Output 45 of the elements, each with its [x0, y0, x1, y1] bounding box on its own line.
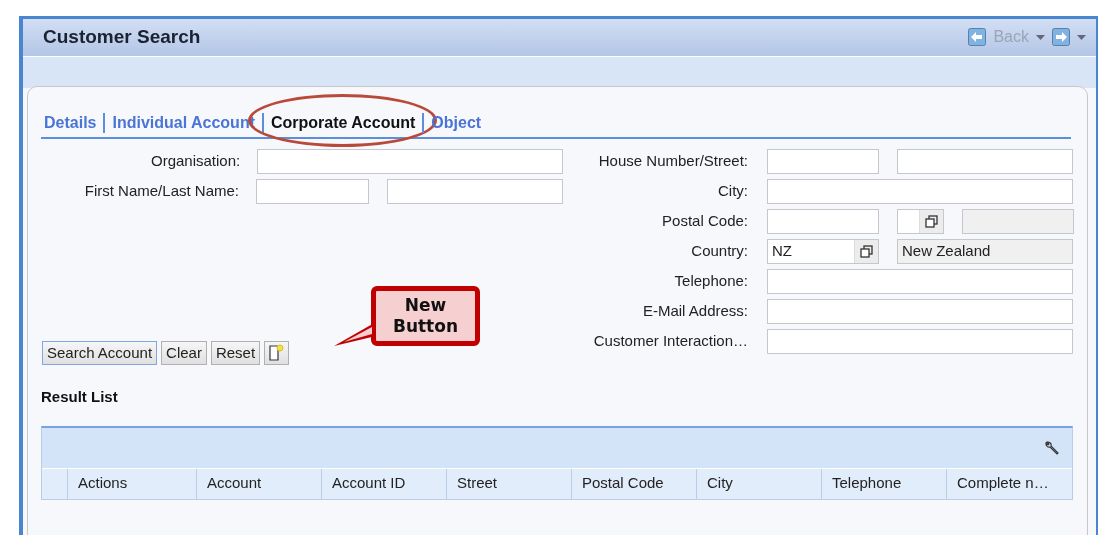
column-header[interactable]: Postal Code — [572, 468, 697, 499]
column-header[interactable]: Telephone — [822, 468, 947, 499]
tab[interactable]: Corporate Account — [271, 113, 416, 133]
input-field[interactable] — [767, 329, 1073, 354]
field-label: Telephone: — [673, 271, 748, 292]
action-button[interactable]: Search Account — [42, 341, 158, 365]
input-field[interactable] — [767, 299, 1073, 324]
squares-icon — [925, 215, 938, 228]
field-label: House Number/Street: — [597, 151, 748, 172]
lookup-field[interactable]: NZ — [767, 239, 879, 264]
column-header[interactable]: Street — [447, 468, 572, 499]
callout-text: New Button — [391, 295, 460, 337]
tab[interactable]: Details — [44, 113, 97, 133]
window-title: Customer Search — [43, 25, 201, 50]
caret-icon[interactable] — [1036, 34, 1045, 40]
lookup-field[interactable] — [897, 209, 944, 234]
section-title: Result List — [41, 387, 119, 407]
field-label: Country: — [690, 241, 748, 262]
column-header[interactable]: Complete n… — [947, 468, 1072, 499]
action-button[interactable]: Clear — [161, 341, 207, 365]
input-field[interactable] — [387, 179, 563, 204]
field-label: Postal Code: — [661, 211, 748, 232]
input-field[interactable] — [256, 179, 369, 204]
field-value: New Zealand — [902, 241, 991, 262]
field-label: Organisation: — [149, 151, 241, 172]
input-field[interactable] — [897, 149, 1073, 174]
column-header[interactable]: Account — [197, 468, 322, 499]
field-label: City: — [717, 181, 748, 202]
input-field[interactable] — [257, 149, 563, 174]
column-header[interactable]: Actions — [68, 468, 197, 499]
input-field[interactable] — [767, 179, 1073, 204]
input-field[interactable] — [767, 209, 879, 234]
column-header[interactable]: Account ID — [322, 468, 447, 499]
caret-icon[interactable] — [1077, 34, 1086, 40]
new-document-icon — [268, 344, 285, 362]
field-label: Customer Interaction… — [592, 331, 748, 352]
field-label: First Name/Last Name: — [83, 181, 239, 202]
input-field[interactable] — [767, 269, 1073, 294]
wrench-icon[interactable] — [1044, 439, 1060, 456]
column-header[interactable]: City — [697, 468, 822, 499]
squares-icon — [860, 245, 873, 258]
field-label: E-Mail Address: — [641, 301, 748, 322]
new-button[interactable] — [264, 341, 290, 365]
input-field[interactable] — [767, 149, 879, 174]
action-button[interactable]: Reset — [210, 341, 261, 365]
